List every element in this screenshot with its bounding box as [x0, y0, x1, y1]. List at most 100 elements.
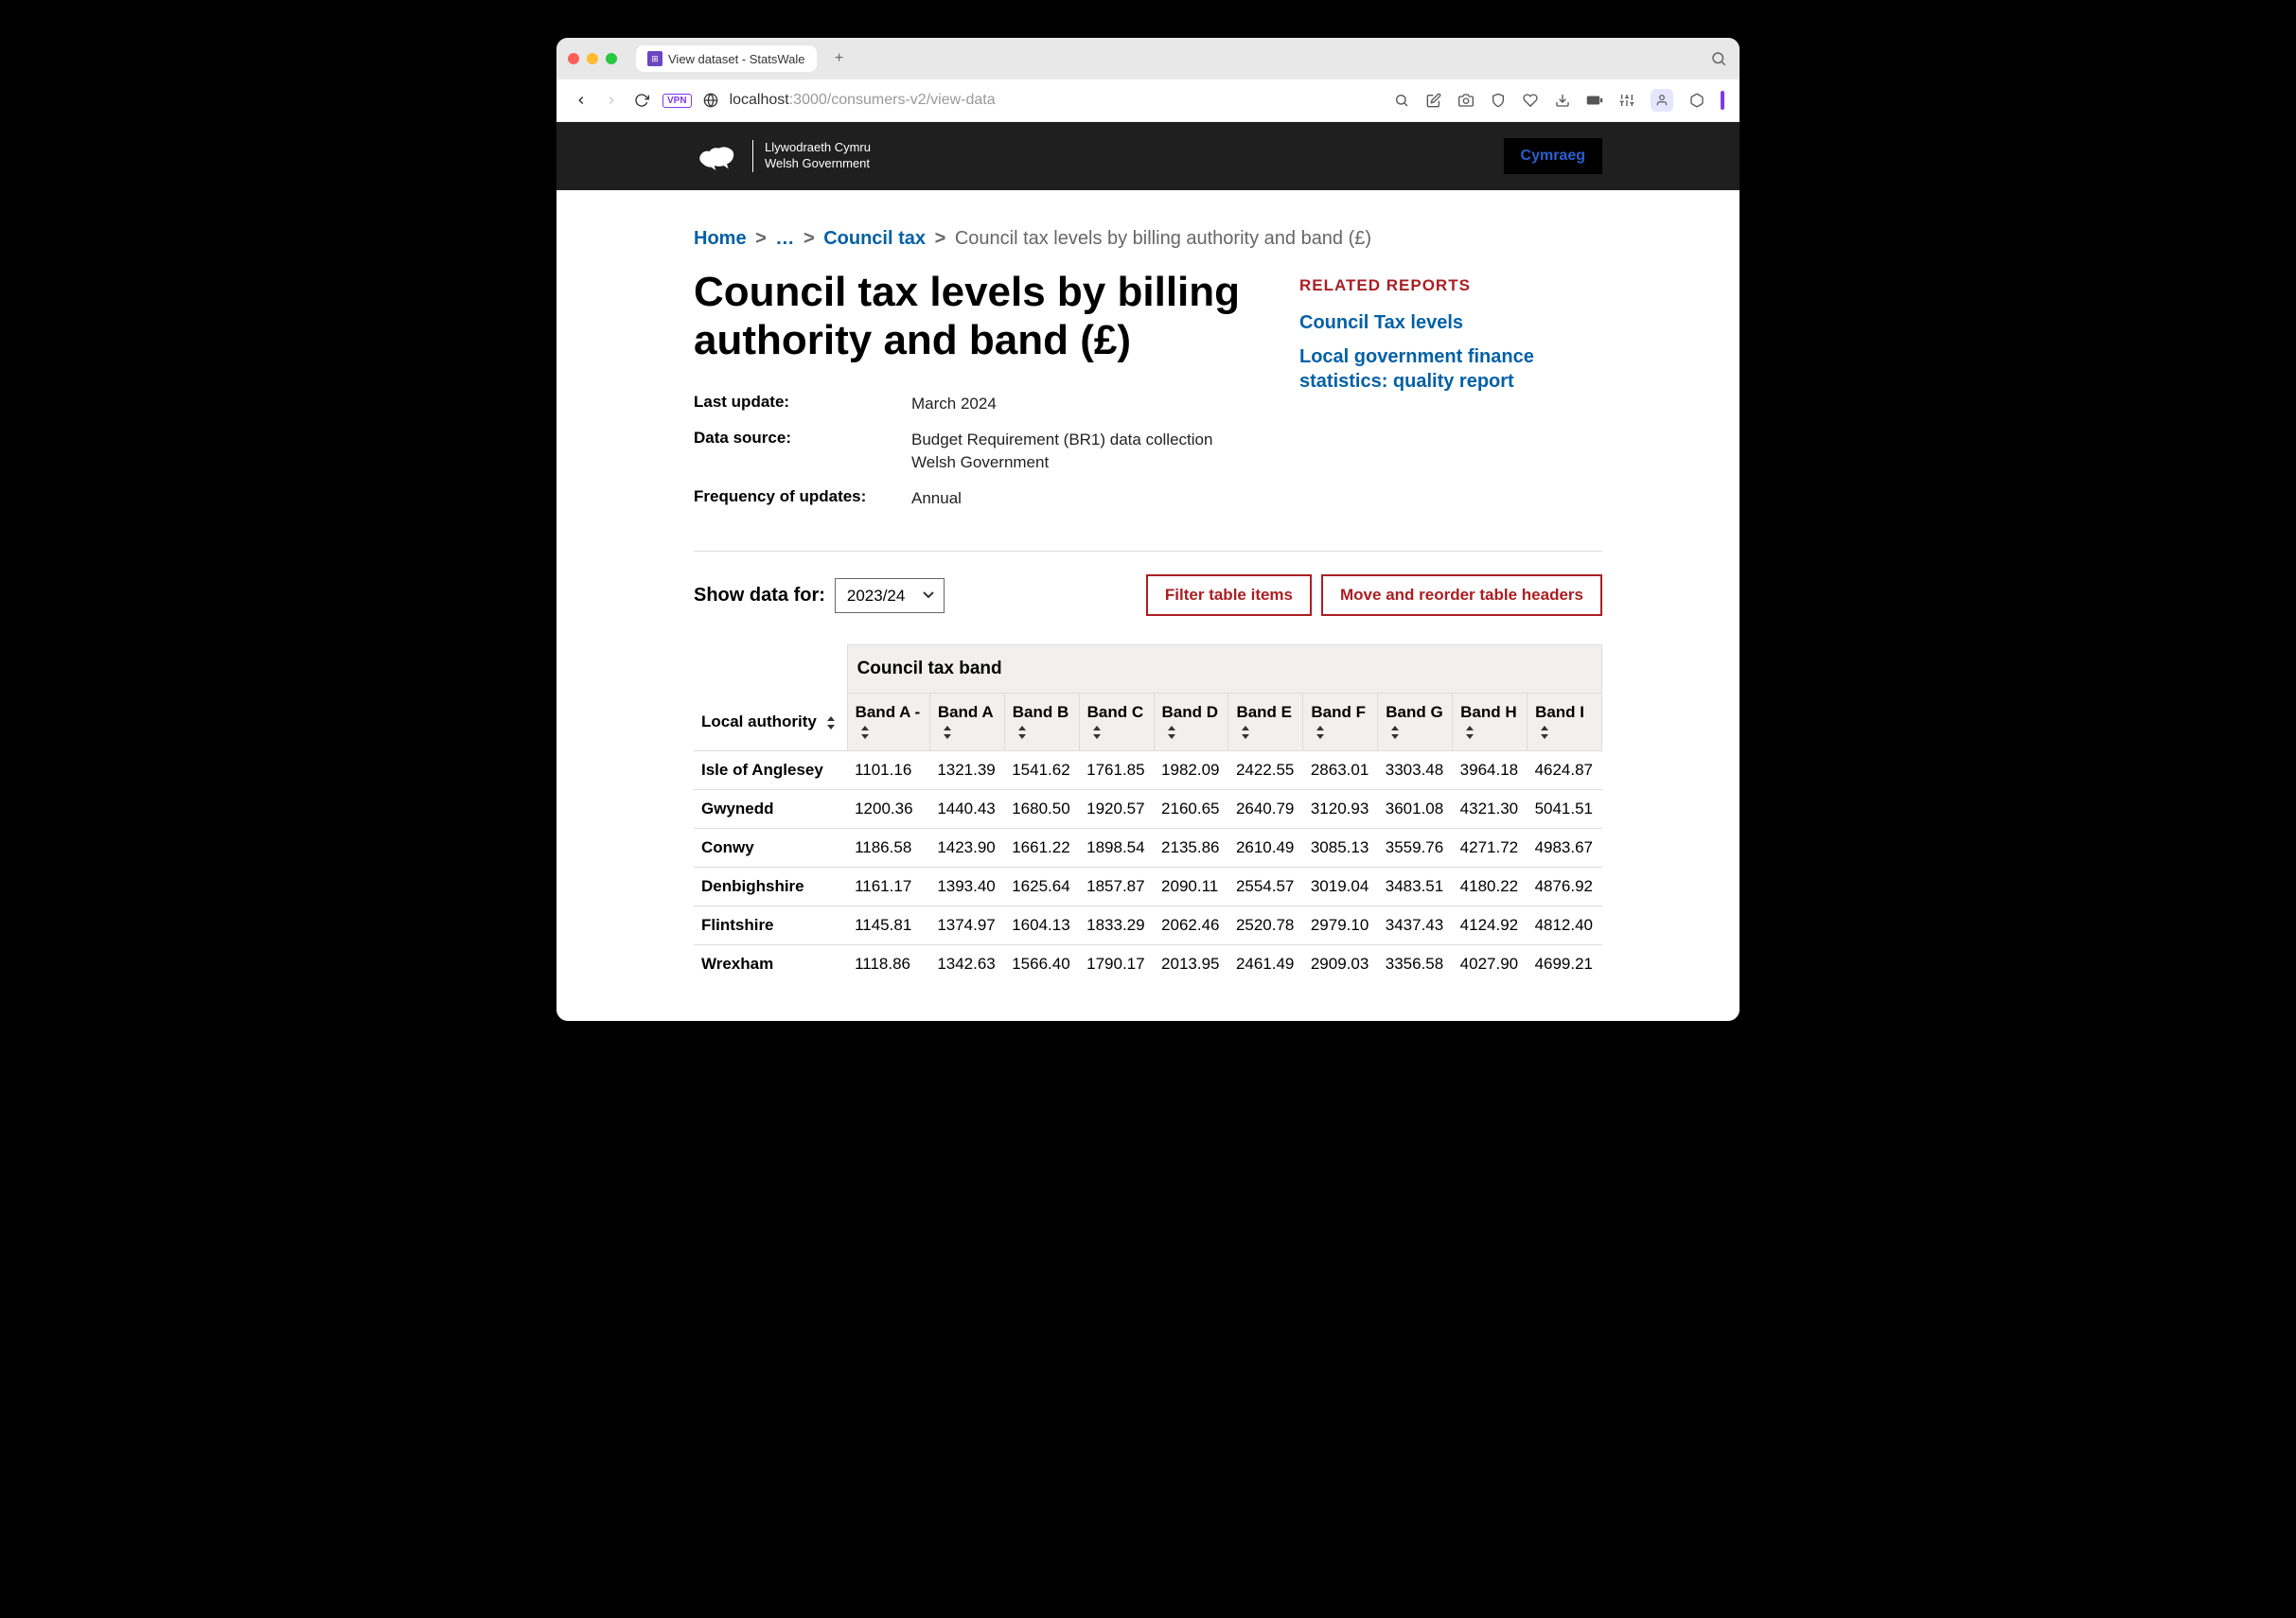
data-cell: 4027.90 [1453, 945, 1528, 984]
sort-icon [1389, 726, 1401, 739]
data-cell: 2979.10 [1303, 906, 1378, 945]
breadcrumb-parent[interactable]: Council tax [823, 228, 926, 249]
data-cell: 1898.54 [1079, 829, 1154, 868]
band-header[interactable]: Band I [1528, 694, 1602, 751]
sort-icon [1464, 726, 1475, 739]
data-cell: 1101.16 [847, 751, 929, 790]
reload-button[interactable] [632, 91, 651, 110]
row-name: Gwynedd [694, 790, 847, 829]
row-name: Conwy [694, 829, 847, 868]
data-cell: 3483.51 [1378, 868, 1453, 906]
data-cell: 1342.63 [929, 945, 1004, 984]
download-icon[interactable] [1554, 92, 1571, 109]
controls-bar: Show data for: 2023/24 Filter table item… [694, 551, 1602, 616]
band-header[interactable]: Band A [929, 694, 1004, 751]
sort-icon [859, 726, 871, 739]
data-cell: 2062.46 [1154, 906, 1228, 945]
data-cell: 4983.67 [1528, 829, 1602, 868]
data-cell: 1145.81 [847, 906, 929, 945]
year-select[interactable]: 2023/24 [835, 578, 945, 613]
data-cell: 4876.92 [1528, 868, 1602, 906]
breadcrumb-ellipsis[interactable]: … [775, 228, 794, 249]
related-link[interactable]: Council Tax levels [1299, 310, 1602, 335]
close-window-button[interactable] [568, 53, 579, 64]
breadcrumb: Home > … > Council tax > Council tax lev… [694, 228, 1602, 250]
sort-icon [1016, 726, 1028, 739]
data-cell: 2863.01 [1303, 751, 1378, 790]
profile-icon[interactable] [1651, 89, 1673, 112]
data-cell: 1761.85 [1079, 751, 1154, 790]
sort-icon [1315, 726, 1326, 739]
band-header[interactable]: Band H [1453, 694, 1528, 751]
data-cell: 1541.62 [1004, 751, 1079, 790]
table-row: Wrexham1118.861342.631566.401790.172013.… [694, 945, 1602, 984]
back-button[interactable] [572, 91, 591, 110]
url-display[interactable]: localhost:3000/consumers-v2/view-data [730, 92, 1382, 109]
heart-icon[interactable] [1522, 92, 1539, 109]
data-cell: 4271.72 [1453, 829, 1528, 868]
table-row: Conwy1186.581423.901661.221898.542135.86… [694, 829, 1602, 868]
maximize-window-button[interactable] [606, 53, 617, 64]
battery-icon[interactable] [1586, 92, 1603, 109]
meta-row: Frequency of updates:Annual [694, 487, 1262, 510]
data-cell: 3964.18 [1453, 751, 1528, 790]
zoom-icon[interactable] [1393, 92, 1410, 109]
reorder-headers-button[interactable]: Move and reorder table headers [1321, 574, 1602, 616]
data-cell: 1423.90 [929, 829, 1004, 868]
row-name: Isle of Anglesey [694, 751, 847, 790]
new-tab-button[interactable]: + [828, 47, 851, 70]
settings-icon[interactable] [1618, 92, 1635, 109]
data-cell: 4124.92 [1453, 906, 1528, 945]
data-cell: 2640.79 [1228, 790, 1303, 829]
camera-icon[interactable] [1457, 92, 1475, 109]
data-cell: 1566.40 [1004, 945, 1079, 984]
data-cell: 2909.03 [1303, 945, 1378, 984]
data-cell: 2554.57 [1228, 868, 1303, 906]
related-reports-sidebar: RELATED REPORTS Council Tax levelsLocal … [1299, 269, 1602, 522]
band-header[interactable]: Band C [1079, 694, 1154, 751]
data-cell: 4812.40 [1528, 906, 1602, 945]
minimize-window-button[interactable] [587, 53, 598, 64]
data-cell: 1321.39 [929, 751, 1004, 790]
data-cell: 1625.64 [1004, 868, 1079, 906]
tab-favicon-icon: ⊞ [647, 51, 662, 66]
edit-icon[interactable] [1425, 92, 1442, 109]
language-button[interactable]: Cymraeg [1504, 138, 1602, 174]
vpn-badge[interactable]: VPN [662, 94, 692, 108]
table-row: Gwynedd1200.361440.431680.501920.572160.… [694, 790, 1602, 829]
breadcrumb-home[interactable]: Home [694, 228, 747, 249]
gov-logo[interactable]: Llywodraeth Cymru Welsh Government [694, 137, 871, 175]
related-link[interactable]: Local government finance statistics: qua… [1299, 344, 1602, 394]
data-cell: 1374.97 [929, 906, 1004, 945]
data-cell: 4321.30 [1453, 790, 1528, 829]
data-cell: 2160.65 [1154, 790, 1228, 829]
data-cell: 2520.78 [1228, 906, 1303, 945]
traffic-lights [568, 53, 617, 64]
gov-logo-top: Llywodraeth Cymru [765, 140, 871, 156]
main-column: Council tax levels by billing authority … [694, 269, 1262, 522]
data-cell: 1200.36 [847, 790, 929, 829]
table-row: Flintshire1145.811374.971604.131833.2920… [694, 906, 1602, 945]
extensions-icon[interactable] [1688, 92, 1705, 109]
band-header[interactable]: Band F [1303, 694, 1378, 751]
data-cell: 1920.57 [1079, 790, 1154, 829]
band-header[interactable]: Band B [1004, 694, 1079, 751]
shield-icon[interactable] [1490, 92, 1507, 109]
data-cell: 2135.86 [1154, 829, 1228, 868]
local-authority-header[interactable]: Local authority [694, 694, 847, 751]
search-tabs-icon[interactable] [1709, 49, 1728, 68]
band-header[interactable]: Band A - [847, 694, 929, 751]
dragon-icon [694, 137, 741, 175]
breadcrumb-separator: > [935, 228, 946, 249]
sort-icon [1166, 726, 1177, 739]
data-cell: 3120.93 [1303, 790, 1378, 829]
titlebar: ⊞ View dataset - StatsWale + [556, 38, 1740, 79]
band-header[interactable]: Band G [1378, 694, 1453, 751]
forward-button[interactable] [602, 91, 621, 110]
band-header[interactable]: Band D [1154, 694, 1228, 751]
browser-tab[interactable]: ⊞ View dataset - StatsWale [636, 45, 817, 72]
band-header[interactable]: Band E [1228, 694, 1303, 751]
filter-table-button[interactable]: Filter table items [1146, 574, 1312, 616]
data-cell: 3437.43 [1378, 906, 1453, 945]
data-cell: 1604.13 [1004, 906, 1079, 945]
